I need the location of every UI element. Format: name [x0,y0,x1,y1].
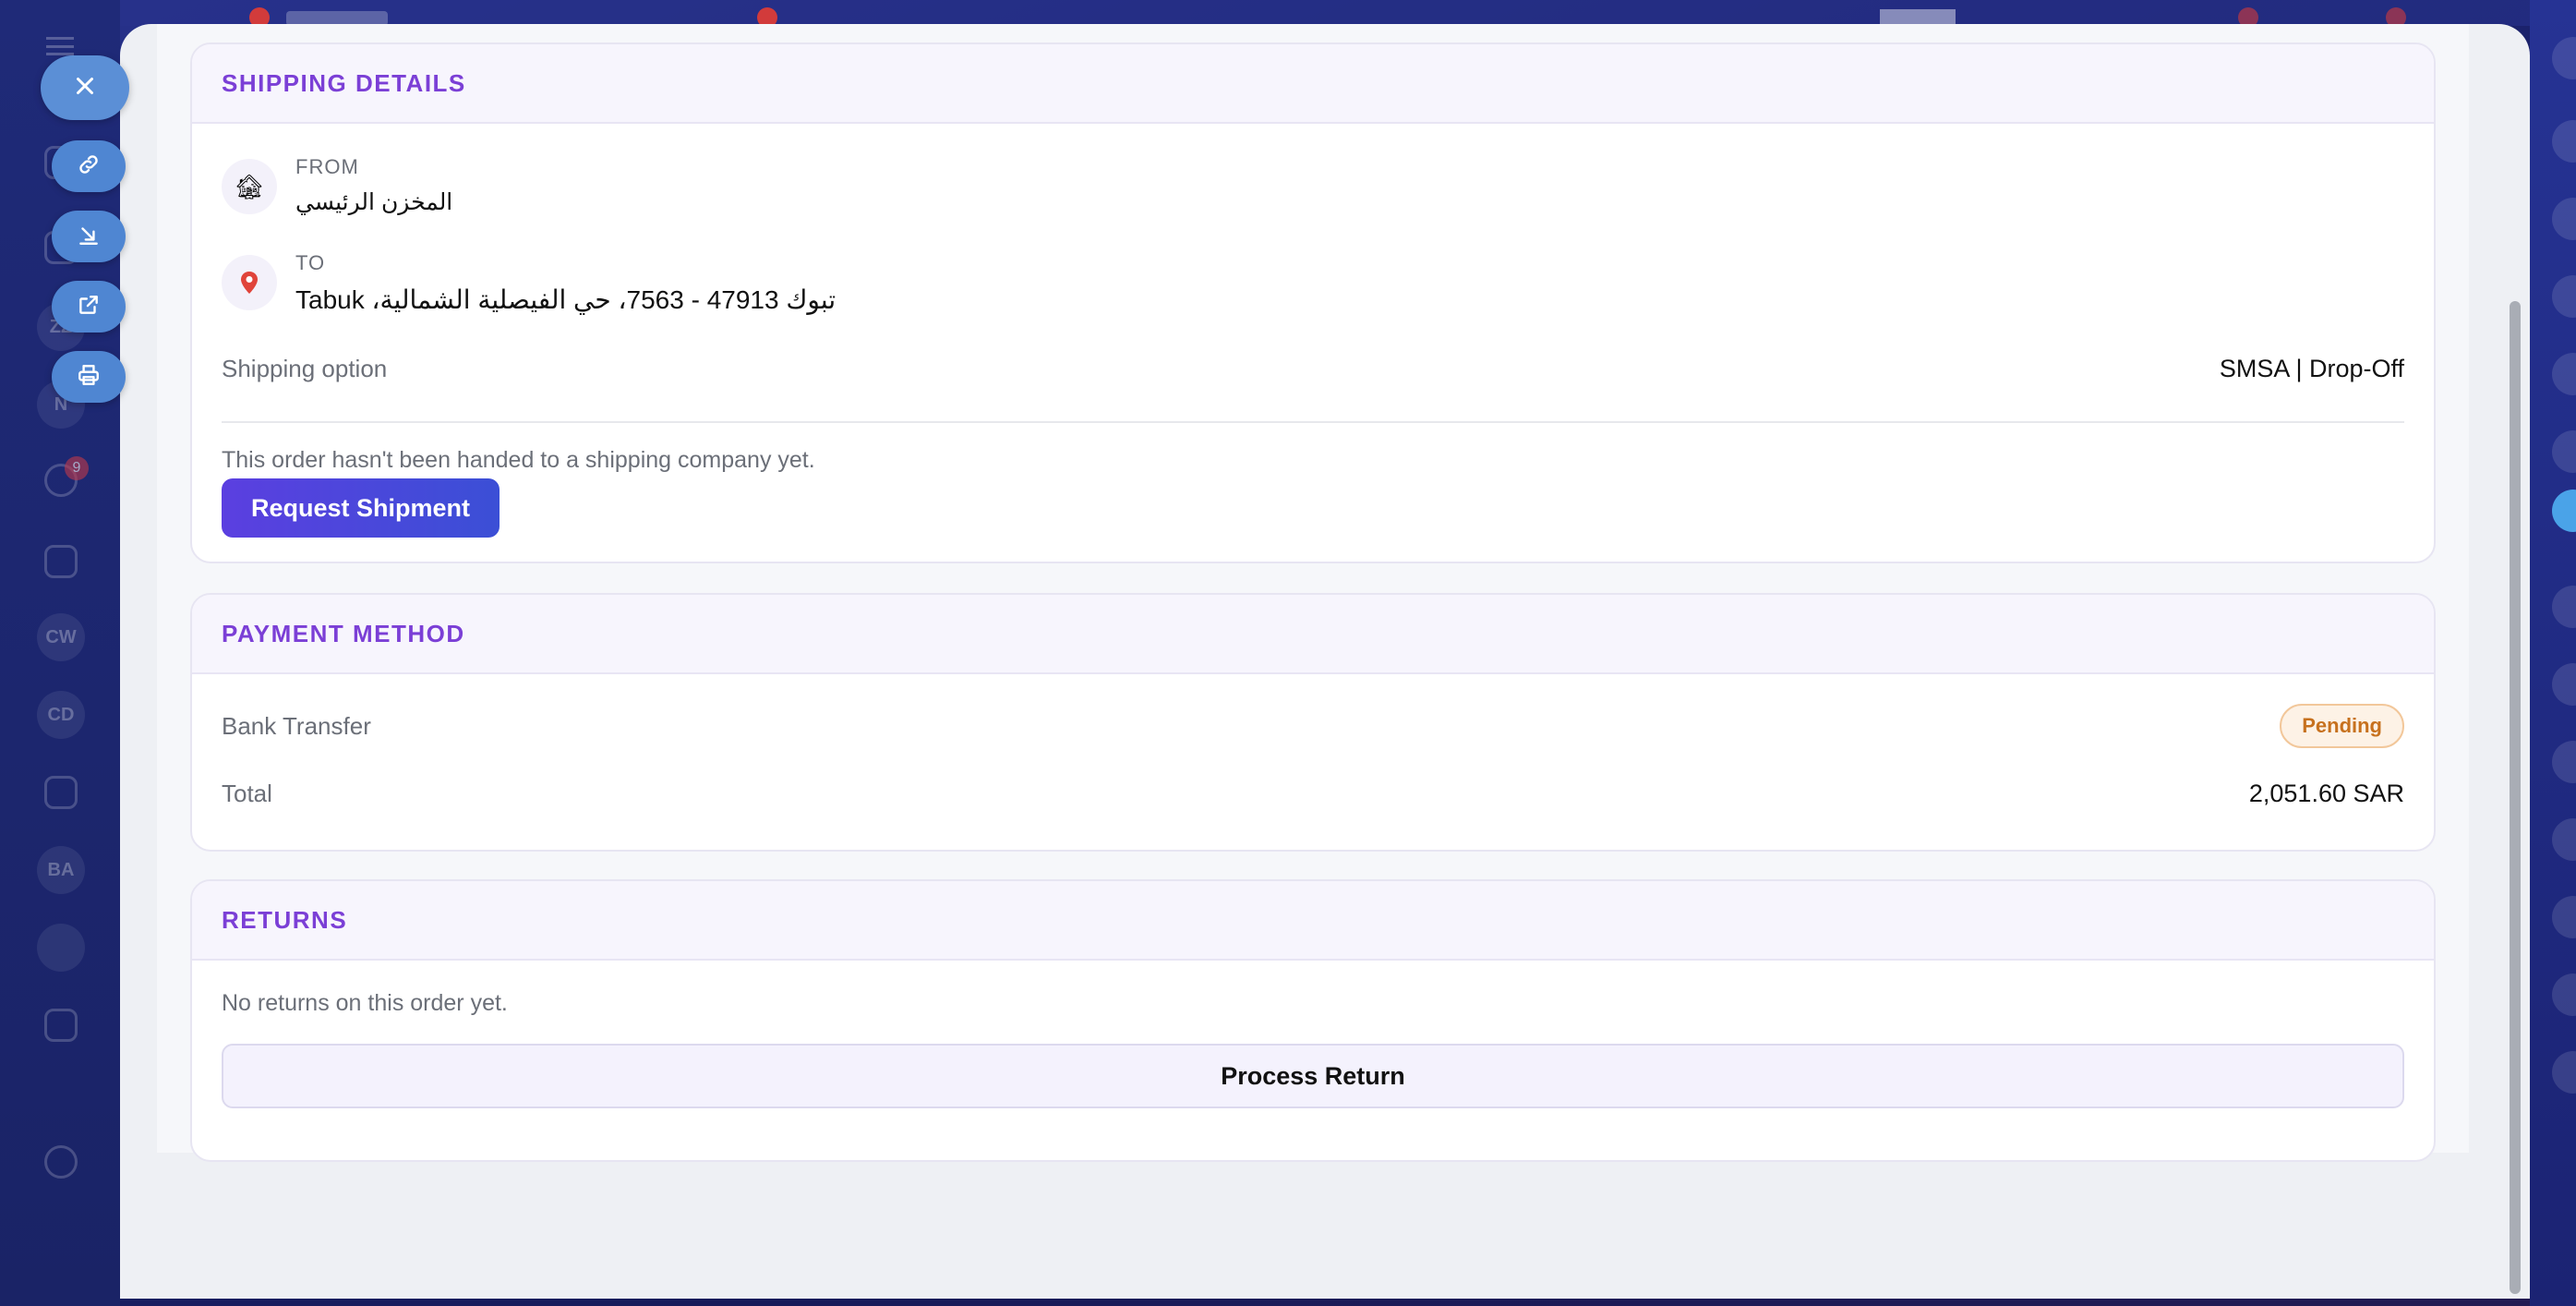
process-return-button[interactable]: Process Return [222,1044,2404,1108]
shipping-option-label: Shipping option [222,355,388,382]
payment-method-value: Bank Transfer [222,711,371,740]
sidebar-avatar [37,924,85,972]
from-address: 🏚 FROM المخزن الرئيسي [222,151,452,216]
print-icon [77,363,101,392]
to-value: Tabuk ،تبوك 47913 - 7563، حي الفيصلية ال… [295,285,837,314]
shipping-option-value: SMSA | Drop-Off [2219,355,2404,382]
package-icon [44,776,78,809]
print-button[interactable] [52,351,126,403]
rail-item [2552,896,2576,938]
close-icon [71,72,99,104]
sidebar-avatar: CW [37,613,85,661]
background-sidebar: ZZ N 9 CW CD BA [0,0,120,1306]
copy-link-button[interactable] [52,140,126,192]
divider [222,421,2404,423]
rail-item [2552,818,2576,861]
total-label: Total [222,780,272,807]
link-icon [77,152,101,181]
rail-item [2552,353,2576,395]
sidebar-avatar: BA [37,846,85,894]
rail-item [2552,430,2576,473]
returns-card: RETURNS No returns on this order yet. Pr… [190,879,2436,1162]
open-external-button[interactable] [52,281,126,333]
rail-item [2552,198,2576,240]
sidebar-avatar: CD [37,691,85,739]
rail-item [2552,1051,2576,1094]
returns-header: RETURNS [192,881,2434,961]
payment-method-card: PAYMENT METHOD Bank Transfer Pending Tot… [190,593,2436,852]
rail-item [2552,490,2576,532]
card-icon [44,545,78,578]
download-icon [77,223,101,251]
total-value: 2,051.60 SAR [2248,780,2404,807]
menu-icon [46,37,74,55]
warehouse-icon: 🏚 [222,159,277,214]
close-button[interactable] [41,55,129,120]
notification-badge: 9 [65,456,89,480]
download-button[interactable] [52,211,126,262]
returns-empty-text: No returns on this order yet. [222,990,508,1016]
from-label: FROM [295,155,359,178]
rail-item [2552,973,2576,1016]
rail-item [2552,663,2576,706]
to-label: TO [295,251,326,274]
payment-status-badge: Pending [2280,704,2404,748]
rail-item [2552,120,2576,163]
shipping-details-header: SHIPPING DETAILS [192,44,2434,124]
to-address: TO Tabuk ،تبوك 47913 - 7563، حي الفيصلية… [222,248,836,315]
total-row: Total 2,051.60 SAR [222,780,2404,808]
rail-item [2552,586,2576,628]
from-value: المخزن الرئيسي [295,189,453,215]
library-icon [44,1009,78,1042]
modal-scrollbar[interactable] [2510,301,2521,1294]
order-details-modal: SHIPPING DETAILS 🏚 FROM المخزن الرئيسي T… [120,24,2530,1299]
request-shipment-button[interactable]: Request Shipment [222,478,500,538]
location-pin-icon [222,255,277,310]
gear-icon [44,1145,78,1179]
rail-item [2552,275,2576,318]
payment-method-header: PAYMENT METHOD [192,595,2434,674]
background-right-rail [2530,0,2576,1306]
payment-method-row: Bank Transfer Pending [222,704,2404,748]
shipping-option-row: Shipping option SMSA | Drop-Off [222,355,2404,383]
rail-item [2552,741,2576,783]
external-link-icon [77,293,101,321]
shipping-status-note: This order hasn't been handed to a shipp… [222,447,815,473]
avatar [2552,37,2576,79]
shipping-details-card: SHIPPING DETAILS 🏚 FROM المخزن الرئيسي T… [190,42,2436,563]
